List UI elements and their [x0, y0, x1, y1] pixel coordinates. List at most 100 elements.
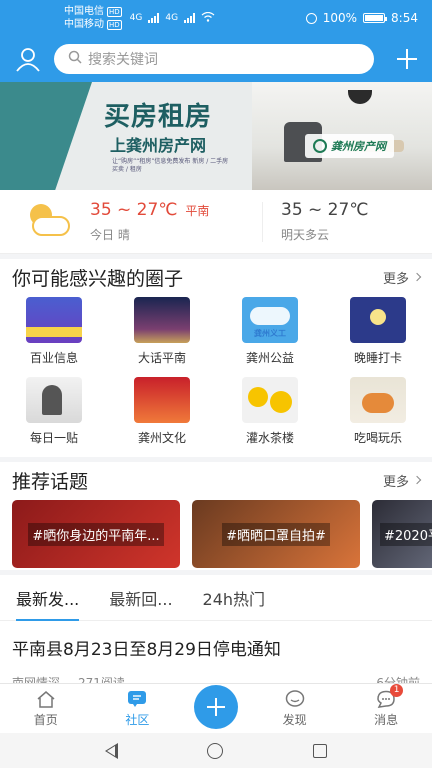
topics-carousel[interactable]: #晒你身边的平南年... #晒晒口罩自拍# #2020平 [0, 498, 432, 570]
banner-logo: 龚州房产网 [305, 134, 394, 158]
circle-thumbnail [134, 297, 190, 343]
banner-title: 买房租房 [104, 102, 213, 132]
circles-title: 你可能感兴趣的圈子 [12, 267, 184, 290]
weather-widget[interactable]: 35 ~ 27℃ 平南 今日 晴 35 ~ 27℃ 明天多云 [0, 190, 432, 254]
search-input[interactable]: 搜索关键词 [54, 44, 374, 74]
weather-divider [262, 201, 263, 242]
banner-decoration [0, 82, 92, 190]
weather-tomorrow: 35 ~ 27℃ 明天多云 [281, 200, 418, 243]
news-title: 平南县8月23日至8月29日停电通知 [12, 640, 281, 660]
circle-label: 百业信息 [29, 351, 78, 365]
discover-icon [285, 689, 305, 708]
nav-community[interactable]: 社区 [102, 690, 172, 728]
topics-title: 推荐话题 [12, 470, 89, 493]
circle-thumbnail [350, 377, 406, 423]
circles-grid: 跳蚤市场 百业信息 大话平南 龚州义工 龚州公益 晚睡打卡 每日一贴 龚州文化 … [0, 295, 432, 457]
home-circle-icon[interactable] [207, 742, 224, 759]
back-icon[interactable] [104, 742, 118, 759]
circle-label: 每日一贴 [29, 431, 78, 445]
wifi-icon [201, 11, 215, 25]
carrier-info: 中国电信 HD 中国移动 HD [64, 5, 122, 31]
circle-thumbnail: 龚州义工 [242, 297, 298, 343]
circle-label: 龚州文化 [137, 431, 186, 445]
tab-24h-hot[interactable]: 24h热门 [203, 575, 266, 621]
chevron-right-icon [412, 475, 422, 485]
circle-label: 灌水茶楼 [245, 431, 294, 445]
post-add-button[interactable] [193, 684, 238, 729]
network-type-2: 4G [165, 13, 179, 23]
signal-icon [148, 13, 160, 23]
more-label: 更多 [382, 474, 409, 490]
search-icon [68, 50, 82, 68]
carrier-2: 中国移动 HD [64, 18, 122, 31]
circle-item-dahua[interactable]: 大话平南 [108, 297, 216, 377]
network-type: 4G [129, 13, 143, 23]
user-profile-icon[interactable] [14, 45, 42, 73]
tab-latest-posts[interactable]: 最新发... [16, 575, 80, 621]
circles-more-link[interactable]: 更多 [382, 268, 422, 287]
nav-community-label: 社区 [125, 712, 150, 727]
circle-label: 吃喝玩乐 [353, 431, 402, 445]
status-left: 中国电信 HD 中国移动 HD 4G 4G [64, 5, 215, 31]
recent-apps-icon[interactable] [313, 743, 328, 758]
clock: 8:54 [391, 11, 418, 25]
feed-tabs: 最新发... 最新回... 24h热门 [0, 575, 432, 621]
today-temperature: 35 ~ 27℃ [90, 200, 178, 220]
carrier-1: 中国电信 HD [64, 5, 122, 18]
circle-item-baiye[interactable]: 跳蚤市场 百业信息 [0, 297, 108, 377]
topic-card[interactable]: #晒你身边的平南年... [12, 500, 180, 568]
signal-icon [184, 13, 196, 23]
carrier-2-name: 中国移动 [64, 19, 104, 30]
nav-messages-label: 消息 [374, 712, 399, 727]
topics-header: 推荐话题 更多 [0, 462, 432, 498]
banner-logo-text: 龚州房产网 [331, 140, 386, 153]
today-weather-desc: 今日 晴 [90, 228, 130, 242]
circle-thumbnail [242, 377, 298, 423]
circle-item-wenhua[interactable]: 龚州文化 [108, 377, 216, 457]
topics-more-link[interactable]: 更多 [382, 471, 422, 490]
topic-label: #晒晒口罩自拍# [222, 522, 330, 546]
message-badge: 1 [390, 683, 404, 697]
sunny-cloudy-icon [24, 200, 74, 244]
circle-label: 大话平南 [137, 351, 186, 365]
more-label: 更多 [382, 271, 409, 287]
tomorrow-weather-desc: 明天多云 [281, 228, 330, 242]
hd-badge: HD [107, 6, 122, 17]
nav-discover[interactable]: 发现 [260, 689, 330, 728]
circle-label: 龚州公益 [245, 351, 294, 365]
circle-item-wanshui[interactable]: 晚睡打卡 [324, 297, 432, 377]
news-item[interactable]: 平南县8月23日至8月29日停电通知 南网情深 271阅读 6分钟前 [0, 621, 432, 691]
nav-discover-label: 发现 [282, 712, 307, 727]
search-placeholder: 搜索关键词 [88, 52, 158, 68]
topic-card[interactable]: #晒晒口罩自拍# [192, 500, 360, 568]
community-icon [127, 690, 147, 708]
banner-small-text: 让“购房”“租房”信息免费发布 新房 / 二手房买卖 / 租房 [112, 158, 229, 173]
status-right: 100% 8:54 [305, 11, 418, 25]
add-icon[interactable] [392, 44, 422, 74]
banner-subtitle: 上龚州房产网 [110, 136, 207, 155]
tab-latest-replies[interactable]: 最新回... [109, 575, 172, 621]
app-header: 搜索关键词 [0, 36, 432, 82]
house-logo-icon [313, 139, 327, 153]
alarm-icon [305, 12, 317, 24]
topic-label: #晒你身边的平南年... [28, 522, 164, 546]
weather-today: 35 ~ 27℃ 平南 今日 晴 [90, 200, 250, 243]
promo-banner[interactable]: 买房租房 上龚州房产网 让“购房”“租房”信息免费发布 新房 / 二手房买卖 /… [0, 82, 432, 190]
battery-icon [363, 13, 388, 23]
circle-item-chihe[interactable]: 吃喝玩乐 [324, 377, 432, 457]
circle-item-meiri[interactable]: 每日一贴 [0, 377, 108, 457]
battery-percent: 100% [322, 11, 358, 25]
hd-badge: HD [107, 19, 122, 30]
circle-item-chalou[interactable]: 灌水茶楼 [216, 377, 324, 457]
topic-card[interactable]: #2020平 [372, 500, 432, 568]
nav-home[interactable]: 首页 [11, 690, 81, 728]
signal-group: 4G 4G [129, 11, 215, 25]
circle-item-gongyi[interactable]: 龚州义工 龚州公益 [216, 297, 324, 377]
circles-header: 你可能感兴趣的圈子 更多 [0, 259, 432, 295]
app-screen: 中国电信 HD 中国移动 HD 4G 4G 100% 8:54 搜索关键词 买房… [0, 0, 432, 768]
circle-label: 晚睡打卡 [353, 351, 402, 365]
nav-messages[interactable]: 1 消息 [351, 683, 421, 728]
circle-thumbnail [134, 377, 190, 423]
nav-home-label: 首页 [33, 712, 58, 727]
system-nav-bar [0, 733, 432, 768]
